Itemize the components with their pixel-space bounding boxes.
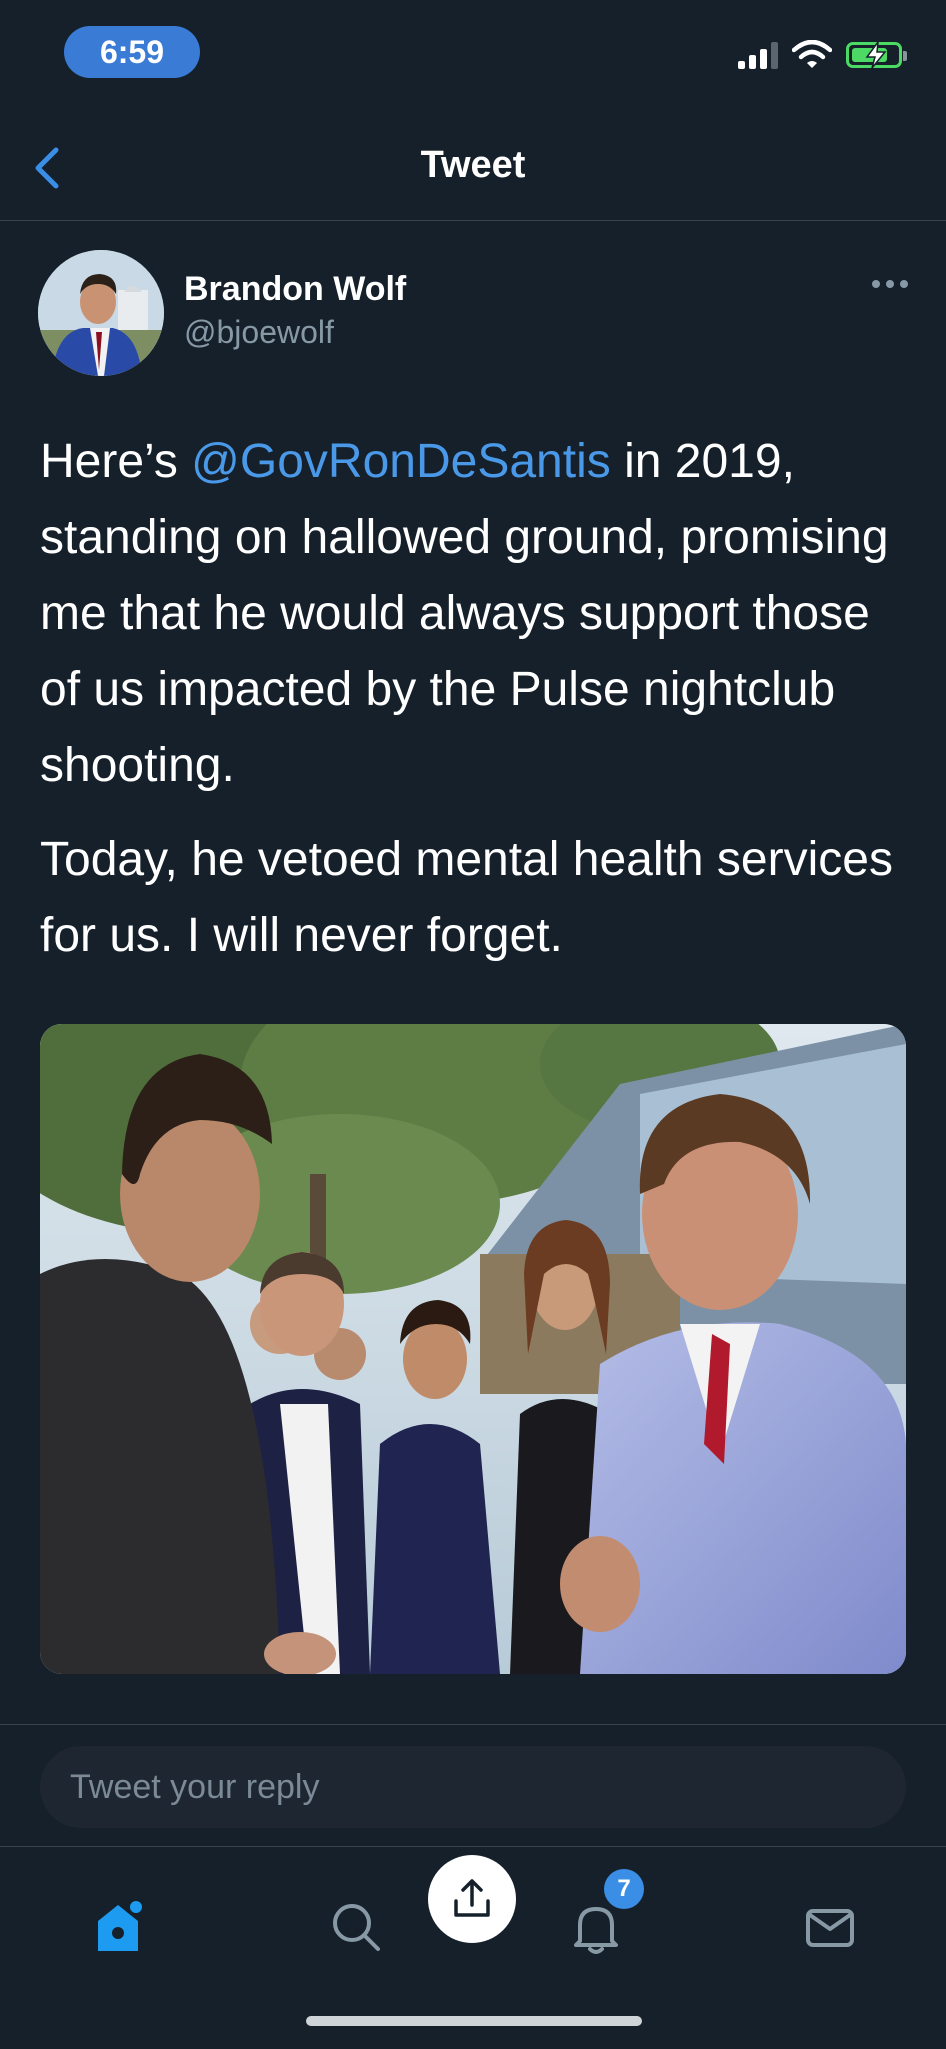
- tweet-text: Here’s @GovRonDeSantis in 2019, standing…: [40, 424, 920, 992]
- author-handle[interactable]: @bjoewolf: [184, 314, 334, 351]
- mail-icon: [806, 1909, 854, 1947]
- tweet-text-segment: Here’s: [40, 435, 192, 488]
- tweet-photo[interactable]: [40, 1024, 906, 1674]
- tweet-paragraph-2: Today, he vetoed mental health services …: [40, 833, 893, 962]
- share-button[interactable]: [428, 1855, 516, 1943]
- tab-search[interactable]: [316, 1887, 396, 1967]
- cellular-signal-icon: [738, 41, 778, 69]
- mention-link[interactable]: @GovRonDeSantis: [191, 435, 611, 488]
- search-icon: [333, 1904, 380, 1951]
- avatar[interactable]: [38, 250, 164, 376]
- tab-home[interactable]: [78, 1887, 158, 1967]
- tweet-text-segment: in 2019, standing on hallowed ground, pr…: [40, 435, 889, 792]
- battery-charging-icon: [846, 42, 907, 68]
- reply-input[interactable]: Tweet your reply: [40, 1746, 906, 1828]
- status-icons: [738, 40, 907, 70]
- nav-header: Tweet: [0, 110, 946, 221]
- status-time: 6:59: [64, 26, 200, 78]
- tab-messages[interactable]: [790, 1887, 870, 1967]
- status-bar: 6:59: [0, 0, 946, 100]
- notification-badge: 7: [604, 1869, 644, 1909]
- author-name[interactable]: Brandon Wolf: [184, 270, 406, 309]
- share-icon: [454, 1879, 490, 1917]
- more-options-icon[interactable]: [872, 280, 908, 288]
- tweet-header: Brandon Wolf @bjoewolf: [38, 250, 908, 380]
- tweet-paragraph-1: Here’s @GovRonDeSantis in 2019, standing…: [40, 424, 920, 804]
- page-title: Tweet: [420, 144, 526, 186]
- divider: [0, 1724, 946, 1725]
- home-icon: [98, 1901, 142, 1951]
- wifi-icon: [792, 40, 832, 68]
- home-indicator[interactable]: [306, 2016, 642, 2026]
